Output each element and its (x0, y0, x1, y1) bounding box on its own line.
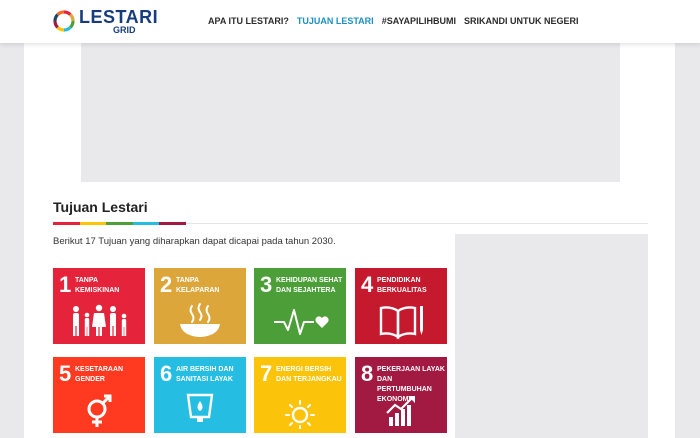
goal-card-3[interactable]: 3 KEHIDUPAN SEHAT DAN SEJAHTERA (254, 268, 346, 344)
accent-segment (53, 222, 80, 225)
title-accent-bar (53, 222, 186, 225)
sdg-wheel-icon (53, 10, 75, 32)
accent-segment (159, 222, 186, 225)
section-title: Tujuan Lestari (53, 199, 148, 215)
goal-number: 4 (361, 272, 374, 297)
goal-label: KEHIDUPAN SEHAT DAN SEJAHTERA (276, 277, 343, 294)
accent-segment (106, 222, 133, 225)
goal-number: 3 (260, 272, 273, 297)
goal-card-4[interactable]: 4 PENDIDIKAN BERKUALITAS (355, 268, 447, 344)
sidebar-ad-placeholder (455, 234, 648, 438)
bowl-icon (180, 303, 220, 337)
nav-tujuan-lestari[interactable]: TUJUAN LESTARI (297, 16, 374, 26)
main-nav: APA ITU LESTARI? TUJUAN LESTARI #SAYAPIL… (208, 16, 579, 26)
nav-apa-itu-lestari[interactable]: APA ITU LESTARI? (208, 16, 289, 26)
heartbeat-icon (274, 309, 329, 335)
site-logo[interactable]: LESTARI GRID (52, 7, 158, 36)
water-icon (186, 393, 214, 422)
goal-number: 8 (361, 361, 374, 386)
goal-card-5[interactable]: 5 KESETARAAN GENDER (53, 357, 145, 433)
goal-number: 2 (160, 272, 173, 297)
right-background-strip (675, 68, 700, 438)
goal-card-1[interactable]: 1 TANPA KEMISKINAN (53, 268, 145, 344)
goal-number: 6 (160, 361, 173, 386)
growth-chart-icon (386, 396, 415, 426)
goal-label: KESETARAAN GENDER (75, 366, 124, 383)
goal-label: PENDIDIKAN BERKUALITAS (377, 277, 427, 294)
accent-segment (79, 222, 107, 225)
banner-ad-placeholder (81, 43, 620, 182)
goal-card-6[interactable]: 6 AIR BERSIH DAN SANITASI LAYAK (154, 357, 246, 433)
goal-label: TANPA KELAPARAN (176, 277, 220, 294)
site-header: LESTARI GRID APA ITU LESTARI? TUJUAN LES… (0, 0, 700, 43)
logo-subbrand: GRID (113, 25, 136, 35)
goal-card-7[interactable]: 7 ENERGI BERSIH DAN TERJANGKAU (254, 357, 346, 433)
section-intro: Berikut 17 Tujuan yang diharapkan dapat … (53, 236, 336, 247)
book-icon (379, 306, 423, 340)
gender-icon (87, 394, 112, 427)
goal-number: 1 (59, 272, 72, 297)
goal-label: TANPA KEMISKINAN (75, 277, 120, 294)
accent-segment (132, 222, 160, 225)
goal-label: ENERGI BERSIH DAN TERJANGKAU (276, 366, 342, 383)
family-icon (73, 304, 127, 336)
nav-srikandi-untuk-negeri[interactable]: SRIKANDI UNTUK NEGERI (464, 16, 579, 26)
goal-card-2[interactable]: 2 TANPA KELAPARAN (154, 268, 246, 344)
goal-number: 7 (260, 361, 273, 386)
nav-sayapilihbumi[interactable]: #SAYAPILIHBUMI (382, 16, 456, 26)
goal-card-8[interactable]: 8 PEKERJAAN LAYAK DAN PERTUMBUHAN EKONOM… (355, 357, 447, 433)
sun-icon (285, 400, 315, 429)
left-background-strip (0, 68, 24, 438)
goal-label: AIR BERSIH DAN SANITASI LAYAK (176, 366, 234, 383)
goal-number: 5 (59, 361, 72, 386)
